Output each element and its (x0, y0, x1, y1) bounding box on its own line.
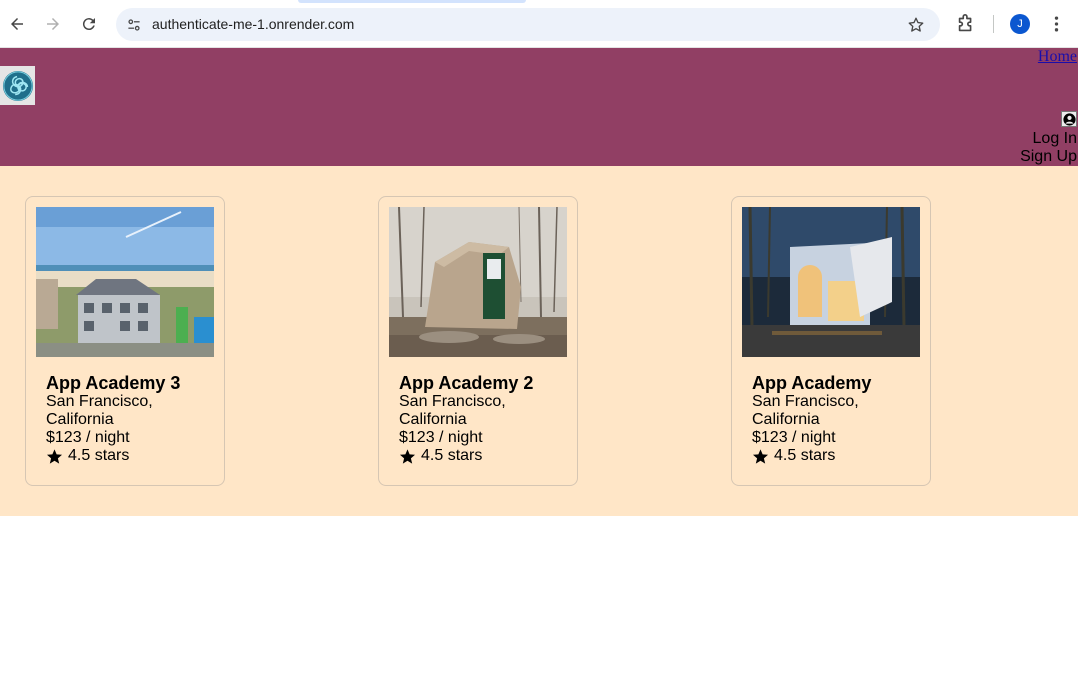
address-bar[interactable]: authenticate-me-1.onrender.com (116, 8, 940, 41)
forward-arrow-icon (47, 18, 59, 30)
home-link[interactable]: Home (1038, 48, 1077, 66)
spot-location: San Francisco, California (46, 393, 153, 428)
login-link[interactable]: Log In (1033, 130, 1077, 148)
star-icon (46, 448, 63, 464)
spot-rating: 4.5 stars (752, 447, 835, 465)
spot-location: San Francisco, California (399, 393, 506, 428)
forward-button[interactable] (41, 12, 65, 36)
spot-location: San Francisco, California (752, 393, 859, 428)
star-icon (399, 448, 416, 464)
spot-title: App Academy (752, 373, 872, 393)
modern-house-photo[interactable] (742, 207, 920, 357)
user-circle-icon (1062, 112, 1076, 126)
rating-text: 4.5 stars (68, 447, 130, 464)
site-info-icon[interactable] (124, 15, 144, 35)
toolbar-divider (993, 15, 994, 33)
triskelion-logo-icon (2, 70, 33, 101)
spot-title: App Academy 3 (46, 373, 181, 393)
star-icon (752, 448, 769, 464)
spot-rating: 4.5 stars (399, 447, 482, 465)
spot-price: $123 / night (752, 429, 836, 446)
profile-avatar[interactable]: J (1010, 14, 1030, 34)
active-tab-indicator (298, 0, 526, 3)
reload-icon (82, 18, 95, 31)
rating-text: 4.5 stars (421, 447, 483, 464)
spot-card[interactable]: App Academy 2 San Francisco, California … (378, 196, 578, 486)
browser-toolbar: authenticate-me-1.onrender.com J (0, 0, 1078, 48)
rating-text: 4.5 stars (774, 447, 836, 464)
site-logo[interactable] (0, 66, 35, 105)
spot-card[interactable]: App Academy San Francisco, California $1… (731, 196, 931, 486)
beach-house-photo[interactable] (36, 207, 214, 357)
profile-menu-button[interactable] (1061, 111, 1077, 127)
back-arrow-icon (11, 18, 23, 30)
spot-price: $123 / night (399, 429, 483, 446)
extensions-puzzle-icon[interactable] (955, 13, 977, 35)
bookmark-star-icon[interactable] (906, 15, 926, 35)
spot-title: App Academy 2 (399, 373, 534, 393)
url-text[interactable]: authenticate-me-1.onrender.com (152, 16, 354, 32)
spots-grid: App Academy 3 San Francisco, California … (0, 166, 1078, 516)
site-header: Home Log In Sign Up (0, 48, 1078, 166)
spot-rating: 4.5 stars (46, 447, 129, 465)
spot-price: $123 / night (46, 429, 130, 446)
browser-menu-icon[interactable] (1046, 13, 1066, 35)
back-button[interactable] (5, 12, 29, 36)
signup-link[interactable]: Sign Up (1020, 148, 1077, 166)
reload-button[interactable] (77, 12, 101, 36)
spot-card[interactable]: App Academy 3 San Francisco, California … (25, 196, 225, 486)
wood-hut-photo[interactable] (389, 207, 567, 357)
